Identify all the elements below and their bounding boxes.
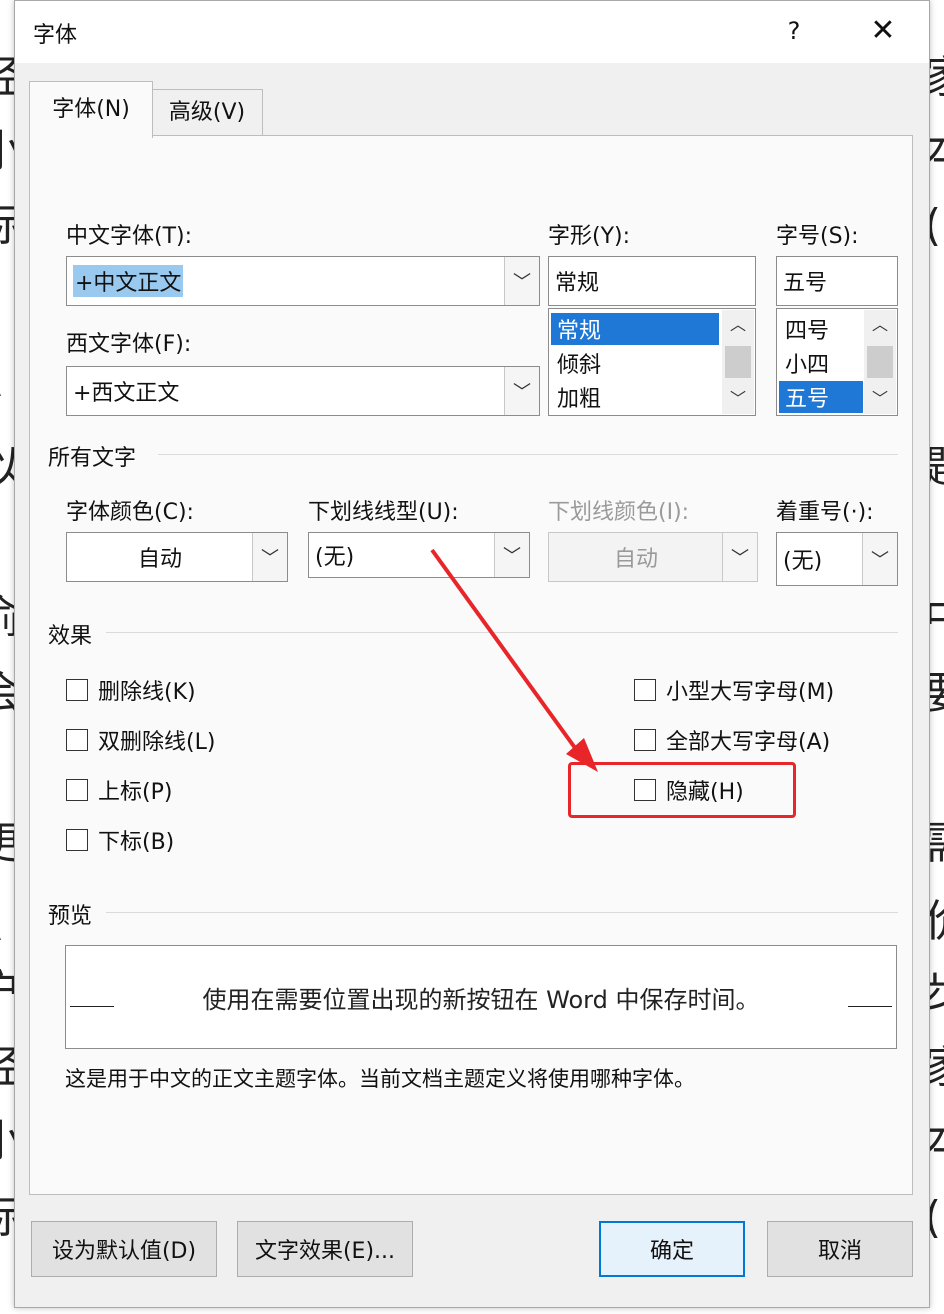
tab-font[interactable]: 字体(N) bbox=[29, 81, 153, 138]
annotation-arrow-icon bbox=[430, 548, 598, 772]
annotation-arrow-line bbox=[430, 548, 580, 754]
